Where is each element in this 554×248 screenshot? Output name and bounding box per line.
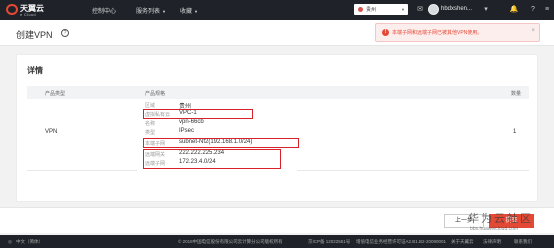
spec-list: 区域 贵州 虚拟私有云 VPC-1 名称 vpn-66cb 类型 IPsec 本端子网 s… (137, 99, 299, 171)
spec-region: 区域 贵州 (145, 103, 192, 110)
cloud-logo-icon (6, 4, 18, 15)
close-icon[interactable]: × (531, 28, 535, 34)
region-value: 贵州 (366, 7, 377, 13)
copyright: © 2018中国电信股份有限公司云计算分公司版权所有 (178, 239, 283, 244)
toast-message: 本端子网和远端子网已被其他VPN使用。 (392, 30, 483, 36)
column-header-qty: 数量 (511, 91, 522, 97)
region-flag-icon (358, 7, 363, 12)
footer: ◎ 中文（简体） © 2018中国电信股份有限公司云计算分公司版权所有 京ICP… (0, 235, 554, 248)
table-row: VPN 区域 贵州 虚拟私有云 VPC-1 名称 vpn-66cb 类型 IPsec 本… (27, 99, 529, 171)
avatar[interactable] (428, 4, 439, 15)
icp-number[interactable]: 京ICP备 12022551号 (308, 239, 350, 245)
details-card: 详情 产品类型 产品规格 数量 VPN 区域 贵州 虚拟私有云 VPC-1 名称 vp… (16, 54, 538, 202)
watermark: 华为云社区 (468, 212, 533, 225)
error-toast: ! 本端子网和远端子网已被其他VPN使用。 × (375, 23, 540, 42)
license-number[interactable]: 增值电信业务经营许可证A2.B1.B2-20090001 (356, 239, 446, 245)
chevron-down-icon: ▼ (194, 9, 198, 14)
language-selector[interactable]: 中文（简体） (16, 239, 43, 245)
quantity-value: 1 (513, 129, 517, 135)
help-icon[interactable]: ? (61, 29, 69, 37)
footer-link-about[interactable]: 关于天翼云 (451, 239, 474, 245)
message-icon[interactable]: ✉ (415, 5, 425, 15)
user-name[interactable]: hbdxshen... (441, 6, 472, 12)
region-select[interactable]: 贵州 ▼ (354, 4, 408, 15)
top-nav-bar: 天翼云 e Cloud 控制中心 服务列表 ▼ 收藏 ▼ 贵州 ▼ ✉ hbdxsh… (0, 0, 554, 20)
spec-type: 类型 IPsec (145, 128, 195, 136)
table-header: 产品类型 产品规格 数量 (27, 86, 529, 99)
product-type: VPN (45, 129, 58, 135)
spec-name: 名称 vpn-66cb (145, 119, 204, 127)
footer-link-contact[interactable]: 联系我们 (514, 239, 532, 245)
footer-link-legal[interactable]: 法律声明 (483, 239, 501, 245)
nav-services[interactable]: 服务列表 ▼ (136, 6, 166, 15)
error-icon: ! (382, 29, 389, 36)
column-header-type: 产品类型 (45, 91, 66, 97)
help-circle-icon[interactable]: ? (528, 5, 538, 15)
highlight-box-vpc (143, 109, 253, 119)
globe-icon[interactable]: ◎ (8, 239, 12, 245)
user-menu-chevron-icon[interactable]: ▾ (481, 5, 491, 15)
highlight-box-remote (143, 149, 281, 169)
brand-subtitle: e Cloud (20, 12, 36, 17)
brand-logo[interactable]: 天翼云 e Cloud (6, 2, 56, 18)
highlight-box-local-subnet (143, 138, 299, 148)
column-header-spec: 产品规格 (145, 91, 166, 97)
chevron-down-icon: ▼ (401, 7, 405, 12)
watermark-url: bbs.huaweicloud.com (470, 226, 519, 232)
details-title: 详情 (27, 66, 43, 75)
chevron-down-icon: ▼ (162, 9, 166, 14)
bell-icon[interactable]: 🔔 (509, 5, 519, 15)
menu-icon[interactable]: ≡ (542, 5, 552, 15)
page-title: 创建VPN (16, 30, 53, 40)
nav-favorites[interactable]: 收藏 ▼ (180, 6, 198, 15)
nav-console[interactable]: 控制中心 (92, 6, 116, 15)
